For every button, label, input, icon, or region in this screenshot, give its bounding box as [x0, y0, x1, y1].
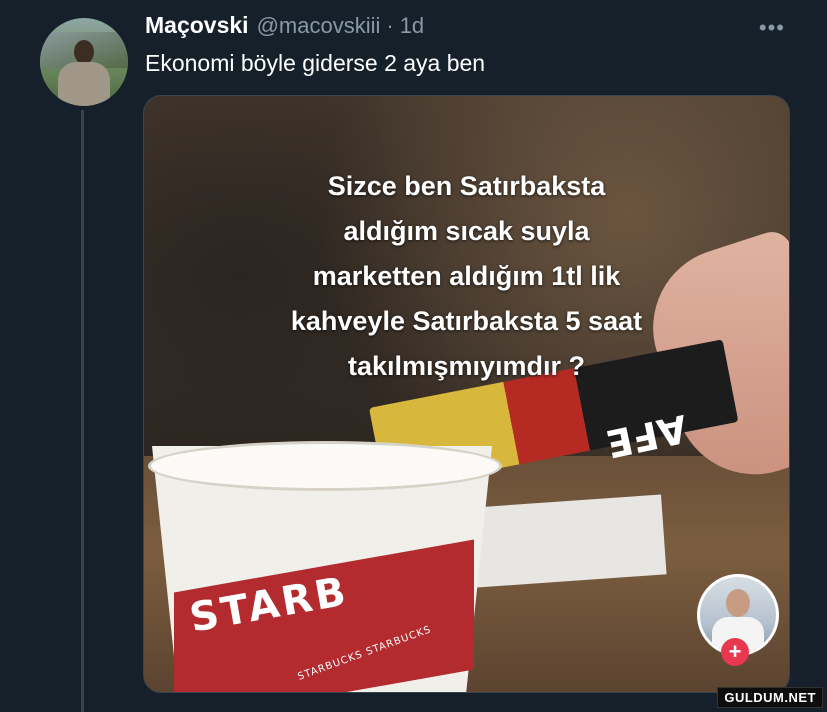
thread-line [81, 110, 84, 712]
avatar-head [74, 40, 94, 64]
coffee-cup-rim [148, 441, 502, 491]
caption-line: kahveyle Satırbaksta 5 saat [290, 306, 643, 336]
caption-line: aldığım sıcak suyla [343, 216, 590, 246]
tweet-text: Ekonomi böyle giderse 2 aya ben [145, 50, 486, 76]
user-handle[interactable]: @macovskiii [257, 13, 381, 39]
tweet-page: Maçovski @macovskiii · 1d ••• Ekonomi bö… [0, 0, 827, 712]
media-caption: Sizce ben Satırbaksta aldığım sıcak suyl… [214, 164, 719, 389]
avatar[interactable] [40, 18, 128, 106]
tweet-media[interactable]: AFE STARB STARBUCKS STARBUCKS Sizce ben … [143, 95, 790, 693]
caption-line: takılmışmıyımdır ? [347, 351, 586, 381]
plus-icon[interactable]: + [721, 638, 749, 666]
creator-face [726, 589, 750, 617]
avatar-body [58, 62, 110, 106]
tweet-timestamp[interactable]: 1d [400, 13, 424, 39]
tweet-header: Maçovski @macovskiii · 1d [145, 12, 424, 44]
watermark: GULDUM.NET [717, 687, 823, 708]
display-name[interactable]: Maçovski [145, 12, 249, 39]
separator-dot: · [386, 13, 394, 38]
caption-line: marketten aldığım 1tl lik [312, 261, 621, 291]
media-napkin [471, 494, 667, 588]
caption-line: Sizce ben Satırbaksta [327, 171, 606, 201]
more-horizontal-icon[interactable]: ••• [759, 17, 785, 39]
